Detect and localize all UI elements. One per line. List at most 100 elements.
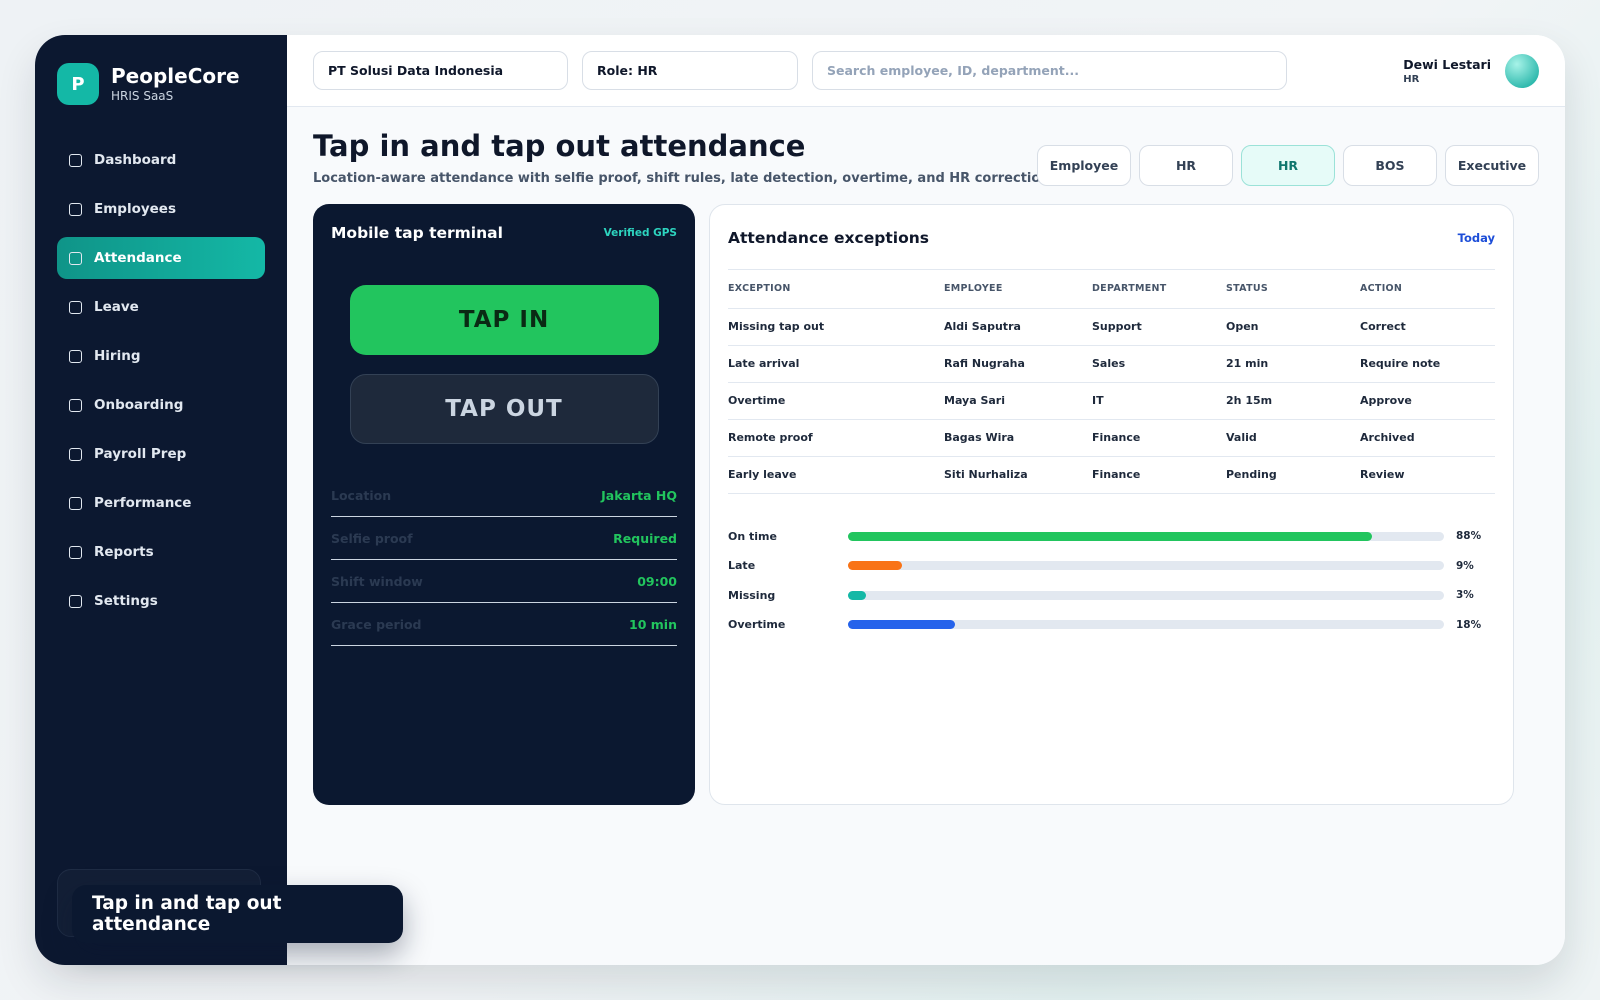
sidebar-item-label: Hiring: [94, 348, 141, 364]
search-input[interactable]: [827, 63, 1272, 78]
row-action[interactable]: Archived: [1360, 419, 1495, 457]
exceptions-table: EXCEPTION EMPLOYEE DEPARTMENT STATUS ACT…: [728, 270, 1495, 494]
search-box[interactable]: [812, 51, 1287, 90]
column-header: EXCEPTION: [728, 270, 944, 309]
tab-hr-active[interactable]: HR: [1241, 145, 1335, 186]
sidebar-item-leave[interactable]: Leave: [57, 286, 265, 328]
stat-percent: 88%: [1456, 530, 1482, 543]
sidebar-item-label: Attendance: [94, 250, 182, 266]
avatar[interactable]: [1505, 53, 1539, 88]
role-tabs: Employee HR HR BOS Executive: [1037, 145, 1539, 186]
tab-employee[interactable]: Employee: [1037, 145, 1131, 186]
mobile-tap-terminal: Mobile tap terminal Verified GPS TAP IN …: [313, 204, 695, 805]
stat-row-on-time: On time 88%: [728, 522, 1495, 552]
sidebar-item-label: Employees: [94, 201, 177, 217]
row-action[interactable]: Require note: [1360, 345, 1495, 383]
table-row[interactable]: Missing tap out Aldi Saputra Support Ope…: [728, 308, 1495, 346]
sidebar-item-label: Settings: [94, 593, 158, 609]
table-cell: Sales: [1092, 345, 1226, 383]
stat-row-overtime: Overtime 18%: [728, 610, 1495, 640]
table-cell: Remote proof: [728, 419, 944, 457]
tab-hr[interactable]: HR: [1139, 145, 1233, 186]
table-row[interactable]: Remote proof Bagas Wira Finance Valid Ar…: [728, 419, 1495, 457]
main-content: PT Solusi Data Indonesia Role: HR Dewi L…: [287, 35, 1565, 965]
square-icon: [69, 202, 82, 216]
brand-logo: P: [57, 63, 99, 105]
role-label: Role: HR: [597, 63, 658, 78]
info-label: Selfie proof: [331, 530, 413, 546]
stat-row-late: Late 9%: [728, 551, 1495, 581]
company-name: PT Solusi Data Indonesia: [328, 63, 504, 78]
role-selector[interactable]: Role: HR: [582, 51, 798, 90]
table-row[interactable]: Overtime Maya Sari IT 2h 15m Approve: [728, 382, 1495, 420]
row-action[interactable]: Correct: [1360, 308, 1495, 346]
square-icon: [69, 545, 82, 559]
brand-name: PeopleCore: [111, 64, 240, 88]
column-header: EMPLOYEE: [944, 270, 1092, 309]
topbar: PT Solusi Data Indonesia Role: HR Dewi L…: [287, 35, 1565, 107]
stat-label: Missing: [728, 588, 776, 602]
sidebar-item-hiring[interactable]: Hiring: [57, 335, 265, 377]
gps-status-badge: Verified GPS: [603, 227, 677, 239]
table-row[interactable]: Late arrival Rafi Nugraha Sales 21 min R…: [728, 345, 1495, 383]
info-row-location: Location Jakarta HQ: [331, 474, 677, 517]
sidebar-item-label: Reports: [94, 544, 154, 560]
info-label: Location: [331, 487, 392, 503]
progress-track: [848, 531, 1444, 541]
tab-bos[interactable]: BOS: [1343, 145, 1437, 186]
stat-label: Late: [728, 559, 756, 573]
square-icon: [69, 153, 82, 167]
table-cell: Overtime: [728, 382, 944, 420]
table-cell: Support: [1092, 308, 1226, 346]
info-value: 09:00: [637, 573, 677, 589]
info-row-shift-window: Shift window 09:00: [331, 560, 677, 603]
sidebar-item-attendance[interactable]: Attendance: [57, 237, 265, 279]
tap-out-button[interactable]: TAP OUT: [349, 374, 659, 444]
progress-track: [848, 590, 1444, 600]
brand-subtitle: HRIS SaaS: [111, 89, 174, 103]
toast-notification: Tap in and tap out attendance: [72, 885, 403, 943]
stat-row-missing: Missing 3%: [728, 581, 1495, 611]
sidebar-item-employees[interactable]: Employees: [57, 188, 265, 230]
sidebar-item-performance[interactable]: Performance: [57, 482, 265, 524]
stat-percent: 3%: [1456, 589, 1474, 602]
sidebar: P PeopleCore HRIS SaaS Dashboard Employe…: [35, 35, 287, 965]
table-cell: IT: [1092, 382, 1226, 420]
table-cell: Early leave: [728, 456, 944, 494]
square-icon: [69, 349, 82, 363]
company-selector[interactable]: PT Solusi Data Indonesia: [313, 51, 568, 90]
today-link[interactable]: Today: [1458, 231, 1495, 245]
square-icon: [69, 594, 82, 608]
stat-label: Overtime: [728, 618, 786, 632]
progress-fill: [848, 620, 956, 630]
terminal-info-list: Location Jakarta HQ Selfie proof Required …: [331, 474, 677, 646]
table-cell: Valid: [1226, 419, 1360, 457]
row-action[interactable]: Review: [1360, 456, 1495, 494]
app-window: P PeopleCore HRIS SaaS Dashboard Employe…: [35, 35, 1565, 965]
row-action[interactable]: Approve: [1360, 382, 1495, 420]
sidebar-item-dashboard[interactable]: Dashboard: [57, 139, 265, 181]
column-header: STATUS: [1226, 270, 1360, 309]
progress-track: [848, 561, 1444, 571]
user-menu[interactable]: Dewi Lestari HR: [1403, 53, 1539, 88]
sidebar-item-reports[interactable]: Reports: [57, 531, 265, 573]
table-cell: 2h 15m: [1226, 382, 1360, 420]
sidebar-item-payroll-prep[interactable]: Payroll Prep: [57, 433, 265, 475]
progress-track: [848, 620, 1444, 630]
sidebar-item-settings[interactable]: Settings: [57, 580, 265, 622]
user-role: HR: [1403, 73, 1420, 85]
table-cell: Open: [1226, 308, 1360, 346]
stat-label: On time: [728, 529, 777, 543]
tab-executive[interactable]: Executive: [1445, 145, 1539, 186]
sidebar-item-onboarding[interactable]: Onboarding: [57, 384, 265, 426]
table-cell: Aldi Saputra: [944, 308, 1092, 346]
table-row[interactable]: Early leave Siti Nurhaliza Finance Pendi…: [728, 456, 1495, 494]
table-cell: Pending: [1226, 456, 1360, 494]
table-cell: Rafi Nugraha: [944, 345, 1092, 383]
table-cell: Finance: [1092, 456, 1226, 494]
table-cell: Siti Nurhaliza: [944, 456, 1092, 494]
info-label: Shift window: [331, 573, 423, 589]
tap-in-button[interactable]: TAP IN: [349, 285, 659, 355]
info-row-selfie-proof: Selfie proof Required: [331, 517, 677, 560]
column-header: ACTION: [1360, 270, 1495, 309]
